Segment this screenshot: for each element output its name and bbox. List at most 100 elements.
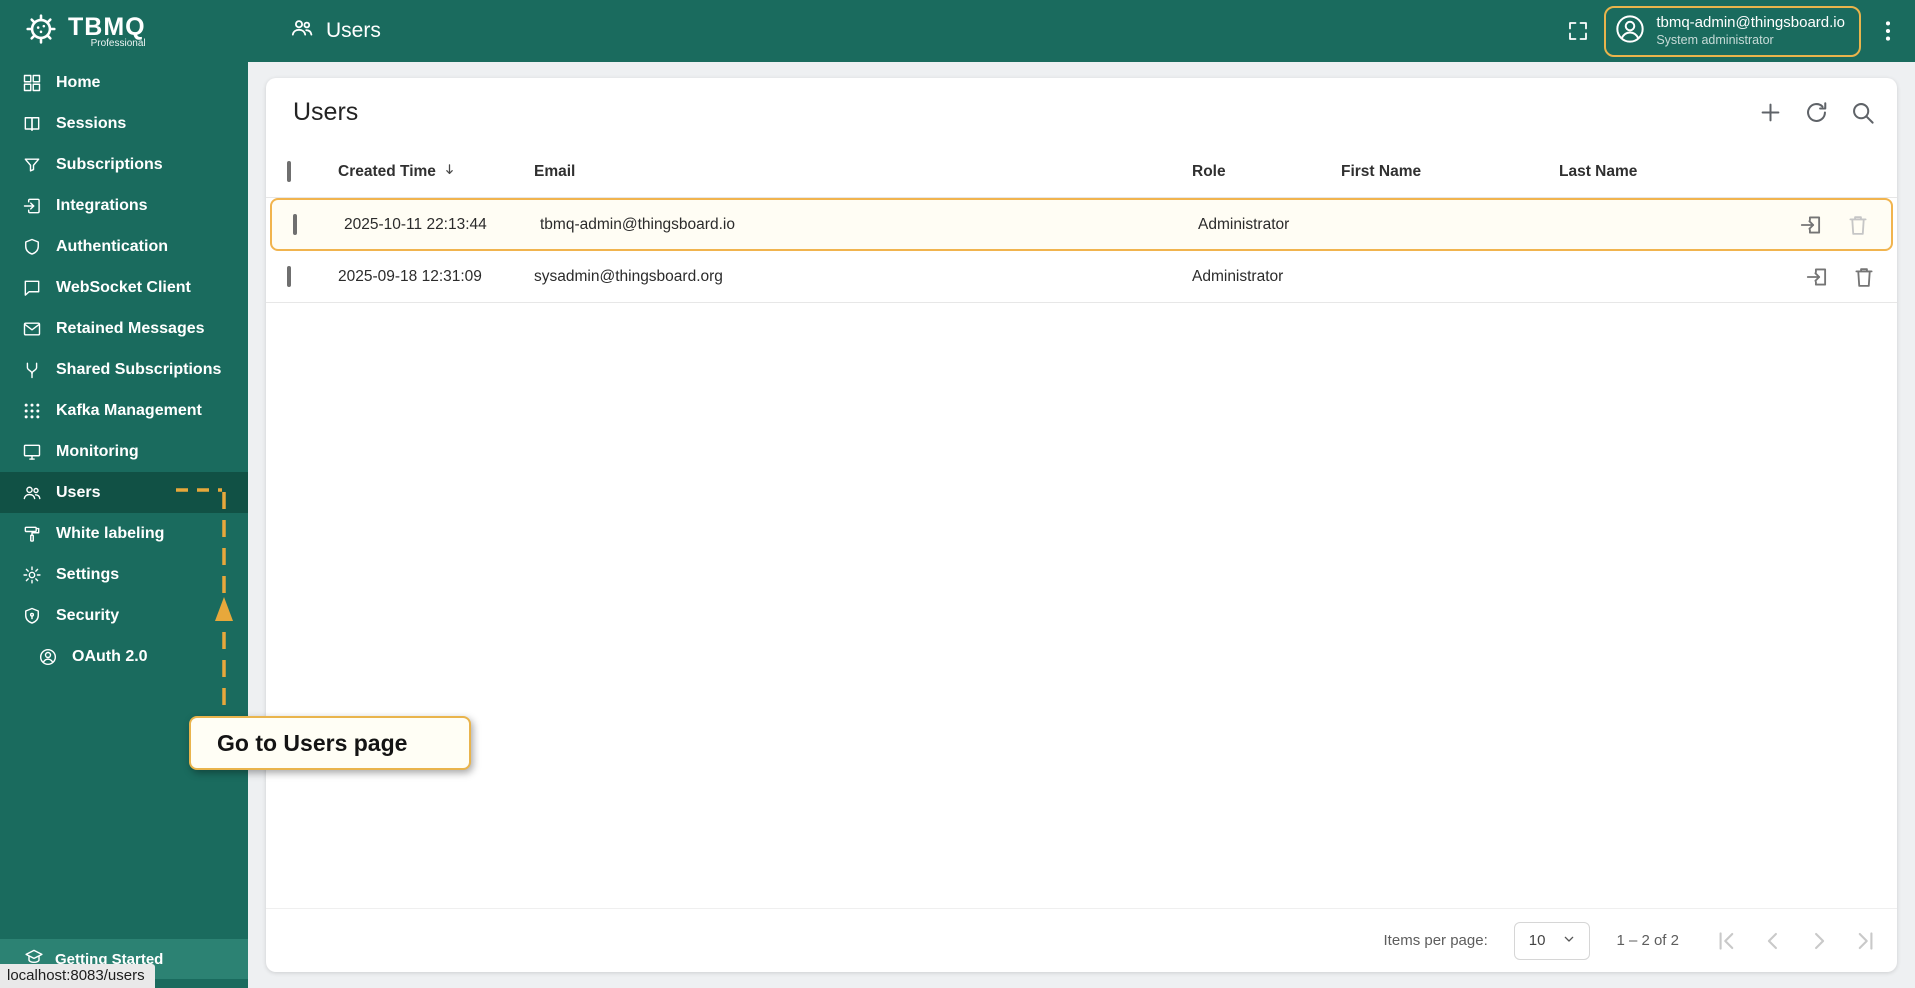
apps-grid-icon [22, 401, 42, 421]
sidebar-item-shared-subscriptions[interactable]: Shared Subscriptions [0, 349, 248, 390]
sidebar-item-authentication[interactable]: Authentication [0, 226, 248, 267]
security-shield-icon [22, 606, 42, 626]
column-header-email[interactable]: Email [534, 163, 1192, 181]
browser-status-bar: localhost:8083/users [0, 964, 155, 988]
search-button[interactable] [1839, 89, 1885, 135]
column-header-label: Role [1192, 162, 1226, 180]
row-checkbox[interactable] [287, 265, 291, 287]
next-page-button[interactable] [1797, 919, 1841, 963]
topbar-actions: tbmq-admin@thingsboard.io System adminis… [1566, 5, 1915, 57]
delete-user-button[interactable] [1851, 264, 1877, 290]
delete-user-button[interactable] [1845, 212, 1871, 238]
cell-created-time: 2025-10-11 22:13:44 [344, 215, 487, 233]
people-icon [22, 483, 42, 503]
sidebar-item-label: OAuth 2.0 [72, 647, 148, 665]
sidebar-item-kafka-management[interactable]: Kafka Management [0, 390, 248, 431]
sidebar-item-home[interactable]: Home [0, 62, 248, 103]
account-button[interactable]: tbmq-admin@thingsboard.io System adminis… [1604, 5, 1861, 57]
sidebar: Home Sessions Subscriptions Integrations… [0, 62, 248, 988]
more-menu-button[interactable] [1875, 18, 1901, 44]
annotation-callout: Go to Users page [189, 716, 471, 770]
sidebar-item-label: WebSocket Client [56, 278, 191, 296]
row-actions [1773, 264, 1897, 290]
app-logo[interactable]: TBMQ Professional [0, 12, 248, 51]
topbar-title-text: Users [326, 19, 381, 42]
add-user-button[interactable] [1747, 89, 1793, 135]
sidebar-item-label: Sessions [56, 114, 127, 132]
table-row[interactable]: 2025-09-18 12:31:09 sysadmin@thingsboard… [266, 251, 1897, 303]
previous-page-button[interactable] [1751, 919, 1795, 963]
sidebar-item-label: Subscriptions [56, 155, 163, 173]
column-header-created-time[interactable]: Created Time [338, 161, 534, 183]
sidebar-item-integrations[interactable]: Integrations [0, 185, 248, 226]
account-role: System administrator [1656, 33, 1774, 47]
card-title: Users [293, 97, 359, 126]
cell-email: sysadmin@thingsboard.org [534, 267, 723, 285]
paginator-controls [1705, 919, 1887, 963]
select-all-checkbox[interactable] [287, 160, 291, 182]
sidebar-item-label: Monitoring [56, 442, 139, 460]
login-as-user-button[interactable] [1804, 264, 1830, 290]
first-page-button[interactable] [1705, 919, 1749, 963]
filter-icon [22, 155, 42, 175]
paginator: Items per page: 10 1 – 2 of 2 [266, 908, 1897, 972]
account-email: tbmq-admin@thingsboard.io [1656, 14, 1845, 31]
sidebar-item-label: Kafka Management [56, 401, 202, 419]
sessions-icon [22, 114, 42, 134]
topbar-page-title: Users [290, 16, 381, 46]
tbmq-logo-icon [24, 12, 58, 51]
sidebar-item-subscriptions[interactable]: Subscriptions [0, 144, 248, 185]
card-header: Users [266, 78, 1897, 146]
table-row[interactable]: 2025-10-11 22:13:44 tbmq-admin@thingsboa… [270, 198, 1893, 251]
sidebar-item-retained-messages[interactable]: Retained Messages [0, 308, 248, 349]
sidebar-item-label: Authentication [56, 237, 168, 255]
sidebar-item-label: Users [56, 483, 101, 501]
shield-icon [22, 237, 42, 257]
card-toolbar [1747, 89, 1885, 135]
fullscreen-button[interactable] [1566, 19, 1590, 43]
sidebar-item-users[interactable]: Users [0, 472, 248, 513]
tbmq-app: TBMQ Professional Users tbmq-admin@thing… [0, 0, 1915, 988]
avatar-icon [1614, 13, 1646, 50]
cell-email: tbmq-admin@thingsboard.io [540, 215, 735, 233]
account-circle-icon [38, 647, 58, 667]
users-card: Users Created Time Email Role First Name… [266, 78, 1897, 972]
sidebar-item-websocket-client[interactable]: WebSocket Client [0, 267, 248, 308]
last-page-button[interactable] [1843, 919, 1887, 963]
chat-icon [22, 278, 42, 298]
monitor-icon [22, 442, 42, 462]
row-actions [1767, 212, 1891, 238]
sidebar-item-oauth[interactable]: OAuth 2.0 [0, 636, 248, 677]
row-checkbox[interactable] [293, 213, 297, 235]
sidebar-item-label: Shared Subscriptions [56, 360, 222, 378]
items-per-page-label: Items per page: [1383, 932, 1488, 949]
sidebar-item-settings[interactable]: Settings [0, 554, 248, 595]
login-as-user-button[interactable] [1798, 212, 1824, 238]
cell-role: Administrator [1192, 267, 1284, 285]
refresh-button[interactable] [1793, 89, 1839, 135]
logo-title: TBMQ [68, 12, 146, 41]
cell-role: Administrator [1198, 215, 1290, 233]
sidebar-item-label: Settings [56, 565, 120, 583]
column-header-label: First Name [1341, 162, 1422, 180]
sidebar-item-label: Home [56, 73, 101, 91]
column-header-last-name[interactable]: Last Name [1559, 163, 1773, 181]
sidebar-item-sessions[interactable]: Sessions [0, 103, 248, 144]
sidebar-item-white-labeling[interactable]: White labeling [0, 513, 248, 554]
column-header-role[interactable]: Role [1192, 163, 1341, 181]
logo-subtitle: Professional [90, 37, 146, 49]
people-icon [290, 16, 314, 46]
sidebar-item-label: Integrations [56, 196, 148, 214]
table-header-row: Created Time Email Role First Name Last … [266, 146, 1897, 198]
sidebar-item-monitoring[interactable]: Monitoring [0, 431, 248, 472]
sidebar-item-label: Retained Messages [56, 319, 205, 337]
gear-icon [22, 565, 42, 585]
sidebar-item-security[interactable]: Security [0, 595, 248, 636]
column-header-label: Last Name [1559, 162, 1638, 180]
input-icon [22, 196, 42, 216]
page-size-select[interactable]: 10 [1513, 921, 1591, 960]
home-icon [22, 73, 42, 93]
main-content: Users Created Time Email Role First Name… [248, 62, 1915, 988]
column-header-first-name[interactable]: First Name [1341, 163, 1559, 181]
page-size-value: 10 [1528, 932, 1546, 949]
